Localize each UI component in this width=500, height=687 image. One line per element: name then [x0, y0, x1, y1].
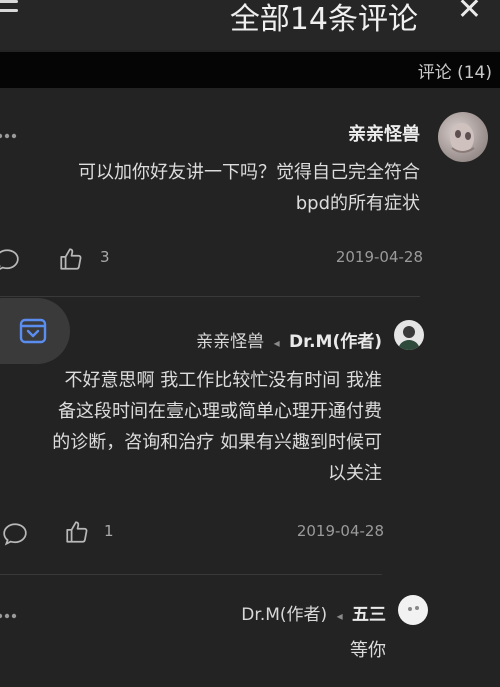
comment-count-bar: 评论 (14): [0, 52, 500, 88]
close-icon[interactable]: ✕: [457, 0, 482, 27]
comment-body-line: 的诊断，咨询和治疗 如果有兴趣到时候可: [52, 432, 382, 453]
reply-arrow-icon: ◂: [336, 609, 343, 623]
thumb-up-icon[interactable]: [58, 246, 84, 272]
reply-icon[interactable]: [0, 247, 20, 273]
page-title: 全部14条评论: [229, 2, 418, 37]
more-icon[interactable]: [0, 612, 18, 620]
comment-body: 不好意思啊 我工作比较忙没有时间 我准 备这段时间在壹心理或简单心理开通付费 的…: [0, 365, 382, 489]
reply-icon[interactable]: [2, 521, 28, 547]
comment-item: 亲亲怪兽 ◂ Dr.M(作者) 不好意思啊 我工作比较忙没有时间 我准 备这段时…: [0, 310, 500, 575]
avatar-image: [450, 123, 475, 153]
header: 全部14条评论 ✕: [0, 0, 500, 50]
comment-body: 可以加你好友讲一下吗？觉得自己完全符合 bpd的所有症状: [0, 157, 420, 219]
reply-arrow-icon: ◂: [273, 336, 280, 350]
comment-item: 亲亲怪兽 可以加你好友讲一下吗？觉得自己完全符合 bpd的所有症状 2019-0…: [0, 100, 500, 300]
comment-body-line: 不好意思啊 我工作比较忙没有时间 我准: [64, 370, 382, 391]
reply-target[interactable]: Dr.M(作者): [241, 605, 327, 625]
reply-meta: 亲亲怪兽 ◂ Dr.M(作者): [196, 327, 382, 352]
comment-item: Dr.M(作者) ◂ 五三 等你: [0, 585, 500, 687]
comment-date: 2019-04-28: [335, 248, 423, 266]
menu-icon[interactable]: [0, 0, 18, 20]
comments-screen: 全部14条评论 ✕ 评论 (14) 亲亲怪兽 可以加你好友讲一下吗？觉得自己完全…: [0, 0, 500, 687]
like-count: 1: [104, 522, 114, 540]
comment-body-line: 等你: [350, 640, 386, 661]
comment-count-label: 评论 (14): [417, 63, 492, 83]
more-icon[interactable]: [0, 132, 18, 140]
comment-body-line: 可以加你好友讲一下吗？觉得自己完全符合: [78, 162, 420, 183]
reply-meta: Dr.M(作者) ◂ 五三: [241, 600, 386, 625]
thumb-up-icon[interactable]: [64, 519, 90, 545]
comment-body: 等你: [86, 635, 386, 666]
avatar[interactable]: [394, 320, 424, 350]
divider: [0, 296, 420, 297]
comment-date: 2019-04-28: [296, 522, 384, 540]
comment-body-line: 以关注: [328, 463, 382, 484]
divider: [0, 574, 382, 575]
like-count: 3: [100, 248, 110, 266]
comment-author[interactable]: 亲亲怪兽: [348, 120, 420, 146]
comment-author[interactable]: Dr.M(作者): [289, 332, 382, 352]
avatar-image: [398, 326, 420, 350]
avatar-image: [408, 606, 419, 611]
comment-body-line: bpd的所有症状: [295, 193, 420, 214]
comment-body-line: 备这段时间在壹心理或简单心理开通付费: [58, 401, 382, 422]
avatar[interactable]: [438, 112, 488, 162]
avatar[interactable]: [398, 595, 428, 625]
reply-target[interactable]: 亲亲怪兽: [196, 332, 264, 352]
comment-author[interactable]: 五三: [352, 605, 386, 625]
